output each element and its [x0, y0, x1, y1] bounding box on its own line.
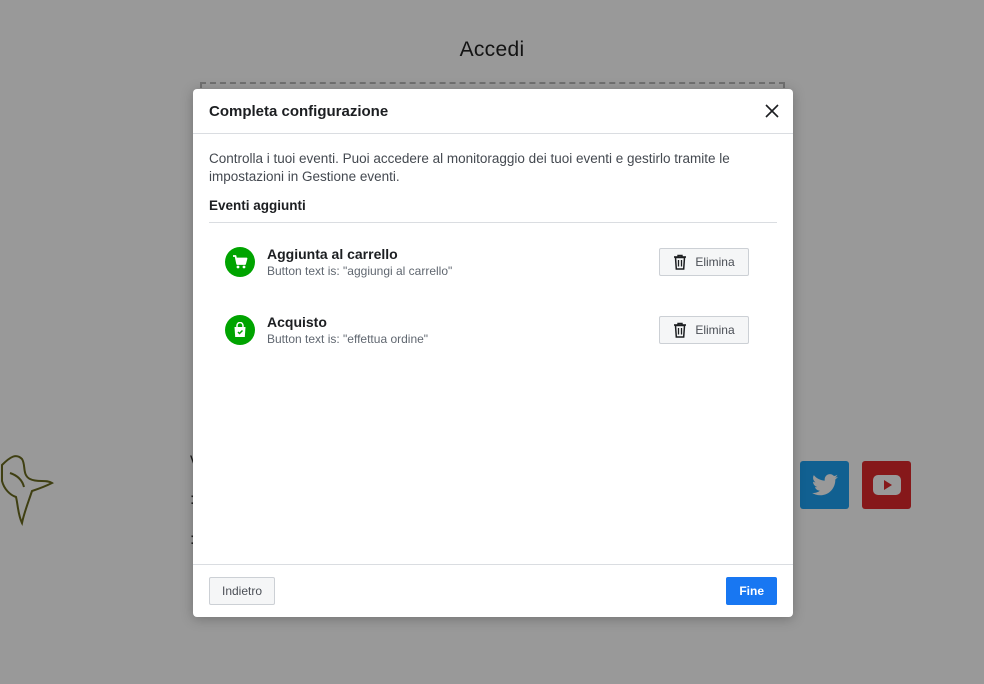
dialog-description: Controlla i tuoi eventi. Puoi accedere a…: [209, 151, 730, 184]
event-list: Aggiunta al carrello Button text is: "ag…: [209, 228, 777, 364]
cart-icon: [225, 247, 255, 277]
back-button[interactable]: Indietro: [209, 577, 276, 605]
event-name: Acquisto: [267, 313, 327, 330]
close-button[interactable]: [761, 100, 783, 122]
delete-button[interactable]: Elimina: [659, 316, 749, 344]
event-name: Aggiunta al carrello: [267, 245, 398, 262]
close-icon: [765, 104, 779, 118]
dialog-header: Completa configurazione: [193, 89, 793, 134]
delete-label: Elimina: [695, 323, 735, 337]
event-info: Aggiunta al carrello Button text is: "ag…: [267, 245, 659, 280]
dialog-title: Completa configurazione: [209, 102, 389, 120]
list-item: Aggiunta al carrello Button text is: "ag…: [209, 228, 777, 296]
event-subtitle: Button text is: "aggiungi al carrello": [267, 263, 453, 278]
section-title: Eventi aggiunti: [209, 198, 777, 223]
trash-icon: [674, 254, 687, 270]
delete-label: Elimina: [695, 255, 735, 269]
delete-button[interactable]: Elimina: [659, 248, 749, 276]
dialog-footer: Indietro Fine: [193, 564, 793, 617]
dialog-body: Controlla i tuoi eventi. Puoi accedere a…: [193, 134, 793, 564]
event-info: Acquisto Button text is: "effettua ordin…: [267, 313, 659, 348]
event-subtitle: Button text is: "effettua ordine": [267, 331, 429, 346]
done-button[interactable]: Fine: [726, 577, 777, 605]
list-item: Acquisto Button text is: "effettua ordin…: [209, 296, 777, 364]
trash-icon: [674, 322, 687, 338]
shopping-bag-icon: [225, 315, 255, 345]
setup-dialog: Completa configurazione Controlla i tuoi…: [193, 89, 793, 617]
